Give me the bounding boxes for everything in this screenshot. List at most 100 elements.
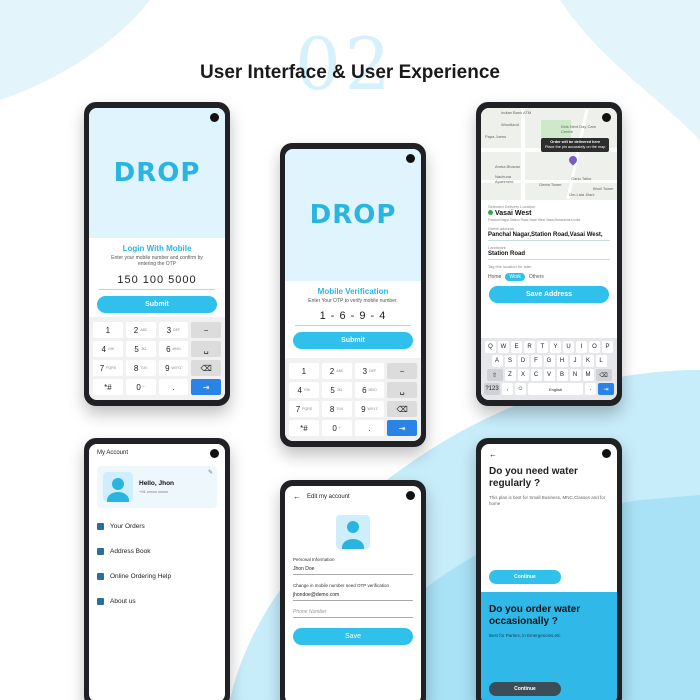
keyboard-key[interactable]: V [543,369,555,381]
profile-card[interactable]: Hello, Jhon +91 xxxxx xxxxx ✎ [97,466,217,508]
keyboard-key[interactable]: T [537,341,548,353]
keypad-key[interactable]: ⌫ [191,360,221,376]
keypad-key[interactable]: − [387,363,417,379]
location-detail: Panchal Nagar,Station Road,Vasai West,Va… [488,218,581,222]
keyboard-key[interactable]: S [504,355,516,367]
name-input[interactable]: Jhon Doe [293,566,413,575]
keypad-key[interactable]: 4 GHI [93,341,123,357]
keypad-key[interactable]: 5 JKL [125,341,156,357]
keypad-key[interactable]: 7 PQRS [93,360,123,376]
keyboard-key[interactable]: P [602,341,613,353]
keypad-key[interactable]: 7 PQRS [289,401,319,417]
menu-ordering-help[interactable]: Online Ordering Help [97,564,217,589]
submit-button[interactable]: Submit [293,332,413,350]
submit-button[interactable]: Submit [97,295,217,313]
keyboard-key[interactable]: ?123 [484,383,500,395]
menu-about-us[interactable]: About us [97,589,217,614]
keypad-key[interactable]: ⌫ [387,401,417,417]
keypad-key[interactable]: 0 + [321,420,352,436]
keyboard-key[interactable]: U [563,341,574,353]
keypad-key[interactable]: 0 + [125,379,156,395]
keyboard-key[interactable]: English [528,383,583,395]
tag-work[interactable]: Work [505,273,525,281]
keypad-key[interactable]: 9 WXYZ [354,401,385,417]
keypad-key[interactable]: ␣ [387,382,417,398]
key-sublabel: TUV [336,407,344,411]
map-view[interactable]: Indian Bank ATM Woodland Papa Joens Kids… [481,108,617,200]
keypad-key[interactable]: 3 DEF [158,322,189,338]
edit-avatar[interactable] [336,515,370,549]
keypad-key[interactable]: 8 TUV [125,360,156,376]
save-button[interactable]: Save [293,627,413,645]
keyboard-key[interactable]: K [582,355,594,367]
keypad-key[interactable]: ⇥ [387,420,417,436]
phone-plans: ← Do you need water regularly ? This pla… [476,438,622,700]
keypad-key[interactable]: ␣ [191,341,221,357]
keyboard-key[interactable]: R [524,341,535,353]
plan-occasional-continue-button[interactable]: Continue [489,682,561,696]
keyboard-key[interactable]: ⇧ [486,369,503,381]
key-label: ⇥ [398,423,406,433]
keyboard-key[interactable]: , [502,383,513,395]
keyboard-key[interactable]: ⇥ [598,383,614,395]
keyboard-key[interactable]: I [576,341,587,353]
keypad-key[interactable]: ⇥ [191,379,221,395]
keyboard-key[interactable]: E [511,341,522,353]
menu-address-book[interactable]: Address Book [97,539,217,564]
keypad-key[interactable]: *# [93,379,123,395]
edit-icon[interactable]: ✎ [208,469,213,476]
map-label: Amba Bhavan [495,164,521,169]
keypad-key[interactable]: 1 [93,322,123,338]
keyboard-key[interactable]: B [556,369,568,381]
save-address-button[interactable]: Save Address [489,286,609,303]
keyboard-key[interactable]: W [498,341,509,353]
email-input[interactable]: jhondoe@demo.com [293,592,413,601]
qwerty-keyboard: Q W E R T Y U I O P A S D F G H J K L ⇧ Z X C V B N M ⌫ ?123, ☺ Englis… [481,338,617,400]
keyboard-key[interactable]: N [569,369,581,381]
keyboard-key[interactable]: ⌫ [595,369,612,381]
key-label: ⌫ [200,363,212,373]
keyboard-key[interactable]: Q [485,341,496,353]
keyboard-key[interactable]: L [595,355,607,367]
keypad-key[interactable]: . [158,379,189,395]
map-label: Nachuna Apartment [495,174,514,184]
keypad-key[interactable]: 2 ABC [321,363,352,379]
keypad-key[interactable]: . [354,420,385,436]
keypad-key[interactable]: *# [289,420,319,436]
keyboard-key[interactable]: Z [504,369,516,381]
back-arrow-icon[interactable]: ← [293,492,301,501]
keyboard-key[interactable]: Y [550,341,561,353]
keypad-key[interactable]: 4 GHI [289,382,319,398]
keypad-key[interactable]: 3 DEF [354,363,385,379]
keypad-key[interactable]: 6 MNO [158,341,189,357]
keyboard-key[interactable]: D [517,355,529,367]
keypad-key[interactable]: 6 MNO [354,382,385,398]
keyboard-key[interactable]: O [589,341,600,353]
street-input[interactable]: Panchal Nagar,Station Road,Vasai West, [488,232,610,241]
plan-regular-continue-button[interactable]: Continue [489,570,561,584]
keyboard-key[interactable]: G [543,355,555,367]
keypad-key[interactable]: 8 TUV [321,401,352,417]
tag-home[interactable]: Home [488,274,501,280]
phone-input[interactable]: Phone Number [293,609,413,618]
keyboard-key[interactable]: H [556,355,568,367]
keypad-key[interactable]: 9 WXYZ [158,360,189,376]
otp-input[interactable]: 1 - 6 - 9 - 4 [295,310,411,327]
keyboard-key[interactable]: J [569,355,581,367]
keyboard-key[interactable]: C [530,369,542,381]
keyboard-key[interactable]: F [530,355,542,367]
keyboard-key[interactable]: A [491,355,503,367]
phone-number-input[interactable]: 150 100 5000 [99,274,215,290]
tag-others[interactable]: Others [529,274,544,280]
keyboard-key[interactable]: . [585,383,596,395]
landmark-input[interactable]: Station Road [488,251,610,260]
menu-your-orders[interactable]: Your Orders [97,514,217,539]
keypad-key[interactable]: − [191,322,221,338]
keyboard-key[interactable]: M [582,369,594,381]
keypad-key[interactable]: 2 ABC [125,322,156,338]
back-arrow-icon[interactable]: ← [489,450,497,459]
keypad-key[interactable]: 1 [289,363,319,379]
keyboard-key[interactable]: X [517,369,529,381]
keyboard-key[interactable]: ☺ [515,383,526,395]
keypad-key[interactable]: 5 JKL [321,382,352,398]
